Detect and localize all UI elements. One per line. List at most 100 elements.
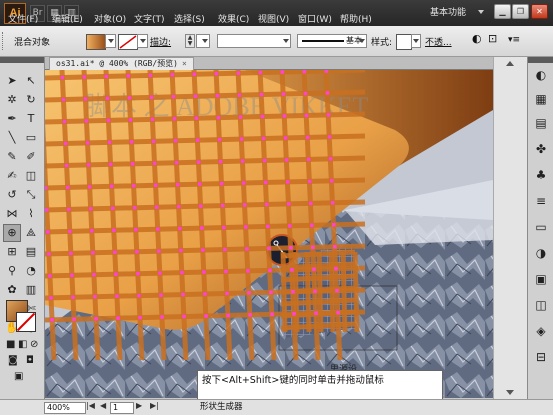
anchor-point[interactable] [223,247,227,252]
anchor-point[interactable] [113,250,117,255]
anchor-point[interactable] [109,184,114,189]
column-graph-tool-icon[interactable]: ▥ [22,281,40,299]
anchor-point[interactable] [86,163,91,167]
gradient-panel-icon[interactable]: ▭ [533,219,549,235]
anchor-point[interactable] [259,92,264,97]
anchor-point[interactable] [173,138,178,143]
anchor-point[interactable] [148,73,153,78]
fill-swatch[interactable] [86,34,106,50]
anchor-point[interactable] [175,182,180,187]
shape-builder-tool-icon[interactable]: ⊕ [3,224,21,242]
workspace-switcher[interactable]: 基本功能 [430,0,466,26]
anchor-point[interactable] [314,311,318,316]
anchor-point[interactable] [158,271,162,275]
anchor-point[interactable] [129,140,134,144]
anchor-point[interactable] [284,158,289,162]
anchor-point[interactable] [178,226,182,231]
anchor-point[interactable] [126,74,131,78]
anchor-point[interactable] [247,291,251,295]
anchor-point[interactable] [88,207,93,211]
scale-tool-icon[interactable]: ⤡ [22,186,40,204]
anchor-point[interactable] [310,223,314,228]
anchor-point[interactable] [222,225,226,230]
anchor-point[interactable] [204,314,208,318]
anchor-point[interactable] [149,95,154,100]
type-tool-icon[interactable]: T [22,110,40,128]
width-tool-icon[interactable]: ⋈ [3,205,21,223]
anchor-point[interactable] [115,294,119,298]
rectangle-tool-icon[interactable]: ▭ [22,129,40,147]
anchor-point[interactable] [110,206,115,211]
stroke-weight-stepper[interactable]: ▲ ▼ [185,34,195,48]
anchor-point[interactable] [248,313,252,317]
anchor-point[interactable] [151,139,156,144]
anchor-point[interactable] [236,71,241,75]
gradient-mode-icon[interactable]: ◧ [18,339,27,350]
anchor-point[interactable] [242,203,247,207]
line-tool-icon[interactable]: ╲ [3,129,21,147]
anchor-point[interactable] [262,158,267,163]
anchor-point[interactable] [280,70,285,74]
stroke-swatch[interactable] [118,34,138,50]
color-panel-icon[interactable]: ◐ [533,67,549,83]
anchor-point[interactable] [219,181,224,186]
scroll-down-icon[interactable] [506,390,514,395]
anchor-point[interactable] [330,201,335,205]
anchor-point[interactable] [282,114,287,118]
anchor-point[interactable] [304,113,309,118]
anchor-point[interactable] [108,162,113,167]
anchor-point[interactable] [220,203,225,208]
anchor-point[interactable] [260,114,265,119]
artboard-canvas[interactable]: 脚本 之 ADOBE VIKKET 思源设 [45,70,493,398]
anchor-point[interactable] [241,181,246,185]
anchor-point[interactable] [156,227,160,231]
anchor-point[interactable] [131,183,136,188]
anchor-point[interactable] [48,274,52,278]
anchor-point[interactable] [289,246,293,250]
direct-selection-tool-icon[interactable]: ↖ [22,72,40,90]
anchor-point[interactable] [47,252,51,256]
warp-tool-icon[interactable]: ⌇ [22,205,40,223]
anchor-point[interactable] [193,94,198,99]
artboards-panel-icon[interactable]: ⊟ [533,349,549,365]
anchor-point[interactable] [291,289,295,294]
anchor-point[interactable] [328,157,333,161]
previous-artboard-icon[interactable]: ◀ [100,401,106,410]
anchor-point[interactable] [70,273,74,278]
anchor-point[interactable] [157,249,161,253]
anchor-point[interactable] [202,270,206,274]
anchor-point[interactable] [200,226,204,230]
anchor-point[interactable] [327,135,332,139]
anchor-point[interactable] [245,247,249,251]
stroke-panel-icon[interactable]: ≡ [533,193,549,209]
anchor-point[interactable] [336,310,340,315]
anchor-point[interactable] [326,113,331,117]
anchor-point[interactable] [61,97,66,102]
anchor-point[interactable] [246,269,250,273]
anchor-point[interactable] [84,119,89,123]
eraser-tool-icon[interactable]: ◫ [22,167,40,185]
anchor-point[interactable] [311,245,315,250]
anchor-point[interactable] [152,161,157,166]
anchor-point[interactable] [225,291,229,296]
menu-window[interactable]: 窗口(W) [298,14,332,26]
anchor-point[interactable] [171,94,176,99]
style-swatch[interactable] [396,34,412,50]
anchor-point[interactable] [313,289,317,294]
anchor-point[interactable] [60,75,65,80]
anchor-point[interactable] [135,249,139,254]
anchor-point[interactable] [244,225,248,229]
first-artboard-icon[interactable]: |◀ [86,401,95,410]
menu-file[interactable]: 文件(F) [8,14,38,26]
blend-tool-icon[interactable]: ◔ [22,262,40,280]
anchor-point[interactable] [268,268,272,273]
anchor-point[interactable] [138,315,142,320]
anchor-point[interactable] [45,208,49,212]
menu-object[interactable]: 对象(O) [94,14,126,26]
anchor-point[interactable] [150,117,155,122]
recolor-icon[interactable]: ◐ [472,32,482,45]
anchor-point[interactable] [194,116,199,121]
anchor-point[interactable] [240,159,245,163]
stroke-color-box[interactable] [16,312,36,332]
menu-type[interactable]: 文字(T) [134,14,165,26]
